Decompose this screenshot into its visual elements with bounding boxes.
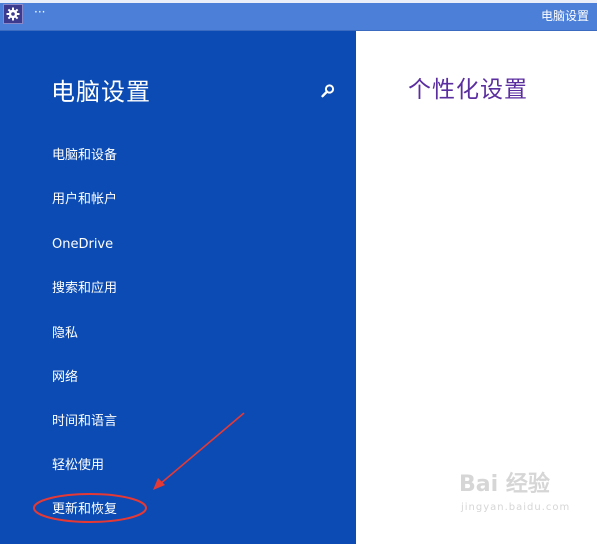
sidebar: 电脑设置 电脑和设备 用户和帐户 OneDrive 搜索和应用 隐私 网络 时间… xyxy=(0,31,356,544)
sidebar-item-update-and-recovery[interactable]: 更新和恢复 xyxy=(52,502,117,518)
menu-ellipsis-button[interactable]: ··· xyxy=(34,6,45,18)
watermark: Bai 经验 jingyan.baidu.com xyxy=(459,472,591,524)
sidebar-item-network[interactable]: 网络 xyxy=(52,370,78,386)
search-icon[interactable] xyxy=(320,83,336,99)
sidebar-item-ease-of-access[interactable]: 轻松使用 xyxy=(52,458,104,474)
title-bar: ··· 电脑设置 xyxy=(0,0,597,31)
sidebar-item-search-and-apps[interactable]: 搜索和应用 xyxy=(52,281,117,297)
sidebar-item-accounts[interactable]: 用户和帐户 xyxy=(52,192,117,208)
sidebar-item-privacy[interactable]: 隐私 xyxy=(52,326,78,342)
title-bar-highlight xyxy=(0,0,597,3)
watermark-url: jingyan.baidu.com xyxy=(461,502,571,513)
watermark-logo: Bai 经验 xyxy=(459,472,550,497)
sidebar-item-onedrive[interactable]: OneDrive xyxy=(52,237,113,253)
sidebar-item-time-and-language[interactable]: 时间和语言 xyxy=(52,414,117,430)
sidebar-title: 电脑设置 xyxy=(51,78,151,106)
window-title: 电脑设置 xyxy=(540,9,589,23)
pc-settings-window: ··· 电脑设置 电脑设置 电脑和设备 用户和帐户 OneDrive 搜索和应用… xyxy=(0,0,597,544)
settings-gear-icon[interactable] xyxy=(3,4,23,24)
page-title: 个性化设置 xyxy=(408,77,528,103)
sidebar-item-pc-and-devices[interactable]: 电脑和设备 xyxy=(52,148,117,164)
